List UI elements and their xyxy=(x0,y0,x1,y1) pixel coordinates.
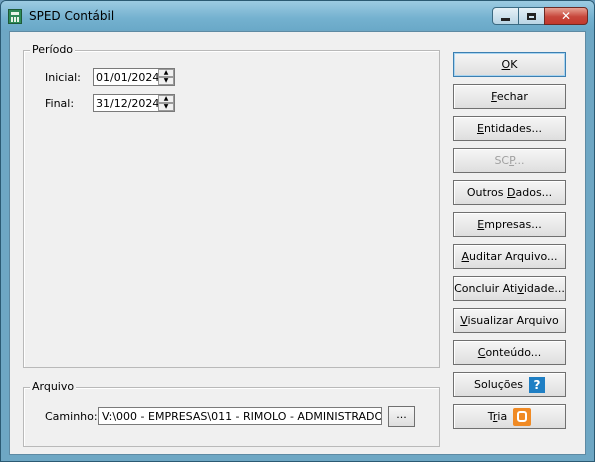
visualizar-arquivo-button[interactable]: Visualizar Arquivo xyxy=(453,308,566,333)
window-title: SPED Contábil xyxy=(29,9,115,23)
outros-dados-label: Outros Dados... xyxy=(466,186,553,199)
maximize-button[interactable] xyxy=(518,7,545,25)
auditar-arquivo-button[interactable]: Auditar Arquivo... xyxy=(453,244,566,269)
conteudo-label: Conteúdo... xyxy=(477,346,542,359)
visualizar-arquivo-label: Visualizar Arquivo xyxy=(460,314,559,327)
window-controls: ✕ xyxy=(492,7,588,25)
dialog-client-area: Período Inicial: 01/01/2024 ▲ ▼ Final: 3… xyxy=(9,31,586,455)
solucoes-button[interactable]: Soluções ? xyxy=(453,372,566,397)
caminho-input[interactable]: V:\000 - EMPRESAS\011 - RIMOLO - ADMINIS… xyxy=(98,407,382,425)
spin-down-icon[interactable]: ▼ xyxy=(158,77,174,85)
fechar-button[interactable]: Fechar xyxy=(453,84,566,109)
final-date-value: 31/12/2024 xyxy=(96,97,160,110)
title-bar[interactable]: SPED Contábil ✕ xyxy=(1,1,594,30)
scp-button[interactable]: SCP... xyxy=(453,148,566,173)
empresas-label: Empresas... xyxy=(477,218,542,231)
empresas-button[interactable]: Empresas... xyxy=(453,212,566,237)
entidades-button[interactable]: Entidades... xyxy=(453,116,566,141)
inicial-date-value: 01/01/2024 xyxy=(96,71,160,84)
conteudo-button[interactable]: Conteúdo... xyxy=(453,340,566,365)
maximize-icon xyxy=(527,12,536,20)
arquivo-legend: Arquivo xyxy=(30,380,77,393)
close-icon: ✕ xyxy=(560,9,572,23)
tria-icon xyxy=(513,407,532,426)
inicial-label: Inicial: xyxy=(45,71,81,84)
minimize-icon xyxy=(501,17,510,21)
auditar-arquivo-label: Auditar Arquivo... xyxy=(461,250,558,263)
concluir-atividade-button[interactable]: Concluir Atividade... xyxy=(453,276,566,301)
final-date-field[interactable]: 31/12/2024 ▲ ▼ xyxy=(93,94,175,112)
ok-label: OK xyxy=(501,58,518,71)
minimize-button[interactable] xyxy=(492,7,519,25)
caminho-label: Caminho: xyxy=(45,410,98,423)
fechar-label: Fechar xyxy=(491,90,528,103)
scp-label: SCP... xyxy=(494,154,525,167)
app-calculator-icon xyxy=(8,9,22,24)
solucoes-label: Soluções xyxy=(473,378,524,391)
ok-button[interactable]: OK xyxy=(453,52,566,77)
sped-contabil-window: SPED Contábil ✕ Período Inicial: 01/01/2… xyxy=(0,0,595,462)
tria-label: Tria xyxy=(487,410,508,423)
concluir-atividade-label: Concluir Atividade... xyxy=(454,282,565,295)
final-label: Final: xyxy=(45,97,75,110)
spin-up-icon[interactable]: ▲ xyxy=(158,95,174,103)
inicial-date-field[interactable]: 01/01/2024 ▲ ▼ xyxy=(93,68,175,86)
spin-up-icon[interactable]: ▲ xyxy=(158,69,174,77)
help-icon: ? xyxy=(529,376,546,393)
close-button[interactable]: ✕ xyxy=(544,7,588,25)
browse-button[interactable]: ... xyxy=(388,406,415,427)
periodo-group: Período xyxy=(23,43,440,368)
outros-dados-button[interactable]: Outros Dados... xyxy=(453,180,566,205)
spin-down-icon[interactable]: ▼ xyxy=(158,103,174,111)
periodo-legend: Período xyxy=(30,43,76,56)
inicial-spinner[interactable]: ▲ ▼ xyxy=(158,69,174,85)
final-spinner[interactable]: ▲ ▼ xyxy=(158,95,174,111)
entidades-label: Entidades... xyxy=(477,122,542,135)
tria-button[interactable]: Tria xyxy=(453,404,566,429)
